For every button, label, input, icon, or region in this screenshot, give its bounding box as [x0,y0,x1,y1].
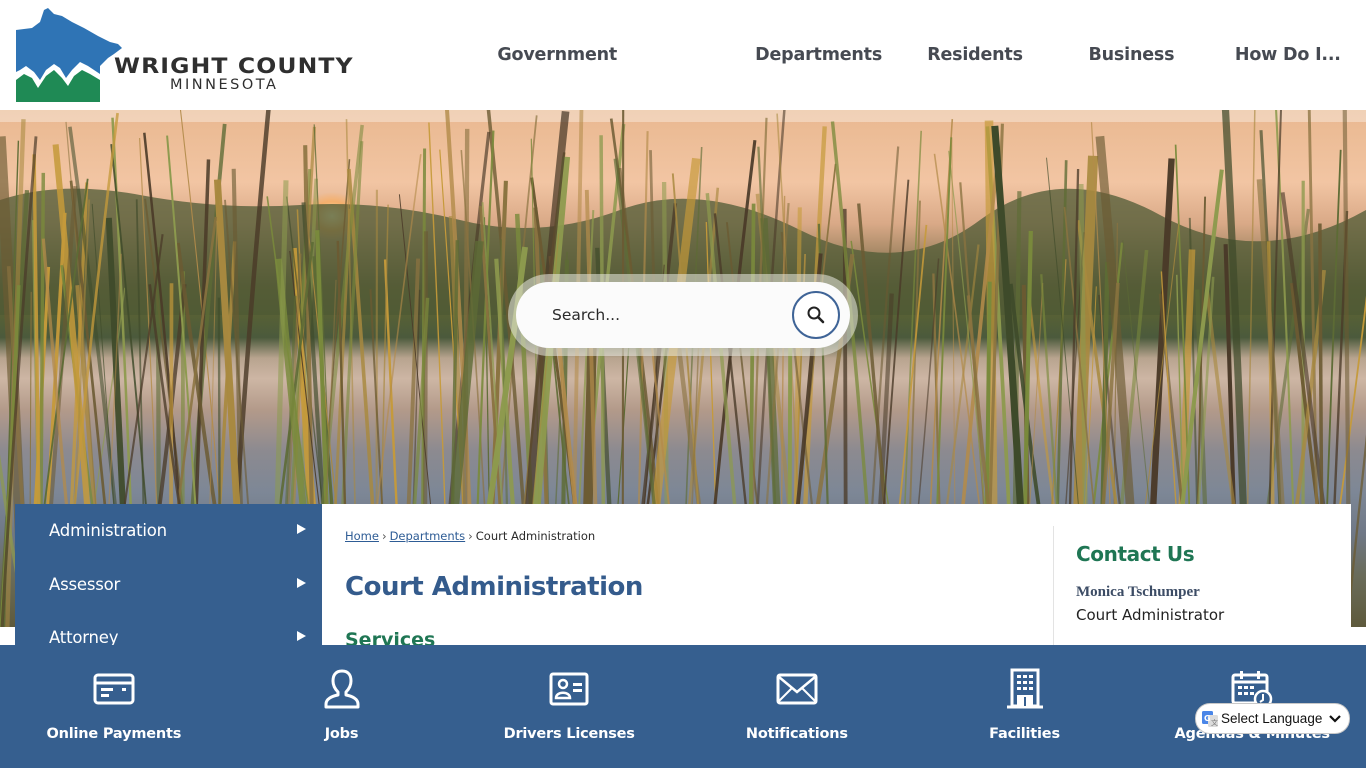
breadcrumb-separator: › [468,529,473,543]
breadcrumb-separator: › [381,529,387,543]
nav-how-do-i[interactable]: How Do I... [1210,30,1366,80]
triangle-right-icon[interactable] [297,524,306,534]
page-title: Court Administration [345,572,643,602]
nav-business[interactable]: Business [1053,30,1209,80]
contact-us-heading: Contact Us [1076,542,1195,566]
logo-subtitle: MINNESOTA [170,77,279,93]
site-logo[interactable]: WRIGHT COUNTY MINNESOTA [14,8,364,104]
quick-link-notifications[interactable]: Notifications [683,645,911,768]
logo-title: WRIGHT COUNTY [114,54,354,78]
nav-government[interactable]: Government [374,30,740,80]
triangle-right-icon[interactable] [297,577,306,588]
sidebar-item-label: Attorney [49,628,119,645]
quick-links-bar: Online Payments Jobs Drivers Licenses No… [0,645,1366,768]
id-card-icon [545,665,593,713]
search-input[interactable] [552,296,782,334]
search-button[interactable] [792,291,840,339]
search-box [516,282,850,348]
google-translate-icon: G 文 [1202,711,1218,727]
site-header: WRIGHT COUNTY MINNESOTA Government Depar… [0,0,1366,110]
sidebar-item-administration[interactable]: Administration [15,504,322,558]
contact-role: Court Administrator [1076,606,1225,624]
breadcrumb: Home › Departments › Court Administration [345,529,595,543]
quick-link-drivers-licenses[interactable]: Drivers Licenses [455,645,683,768]
nav-departments[interactable]: Departments [740,30,896,80]
quick-link-label: Online Payments [46,726,182,742]
search-icon [807,306,825,324]
triangle-right-icon[interactable] [297,631,306,641]
sidebar-item-label: Assessor [49,574,121,594]
sidebar-item-attorney[interactable]: Attorney [15,611,322,645]
quick-link-label: Notifications [745,726,848,742]
svg-text:文: 文 [1211,718,1218,727]
department-sidebar-menu: Administration Assessor Attorney [15,504,322,645]
services-heading: Services [345,629,436,645]
person-icon [318,665,366,713]
contact-name: Monica Tschumper [1076,584,1200,600]
building-icon [1001,665,1049,713]
sidebar-item-label: Administration [49,521,167,541]
main-content: Home › Departments › Court Administration Co… [322,504,1351,645]
wright-county-logo-icon [16,8,122,102]
quick-link-jobs[interactable]: Jobs [228,645,456,768]
quick-link-label: Jobs [324,726,359,742]
svg-text:G: G [1204,714,1211,723]
chevron-down-icon [1329,715,1341,723]
language-select[interactable]: G 文 Select Language [1195,703,1350,734]
quick-link-online-payments[interactable]: Online Payments [0,645,228,768]
main-navigation: Government Departments Residents Busines… [374,30,1366,80]
envelope-icon [773,665,821,713]
breadcrumb-current: Court Administration [475,529,596,543]
search-container [508,274,858,356]
credit-card-icon [90,665,138,713]
contact-divider [1053,526,1054,645]
breadcrumb-departments-link[interactable]: Departments [390,529,466,543]
nav-residents[interactable]: Residents [897,30,1053,80]
breadcrumb-home-link[interactable]: Home [345,529,379,543]
quick-link-label: Facilities [989,726,1060,742]
sidebar-item-assessor[interactable]: Assessor [15,558,322,612]
language-select-value: Select Language [1221,711,1323,726]
quick-link-facilities[interactable]: Facilities [911,645,1139,768]
quick-link-label: Drivers Licenses [503,726,635,742]
